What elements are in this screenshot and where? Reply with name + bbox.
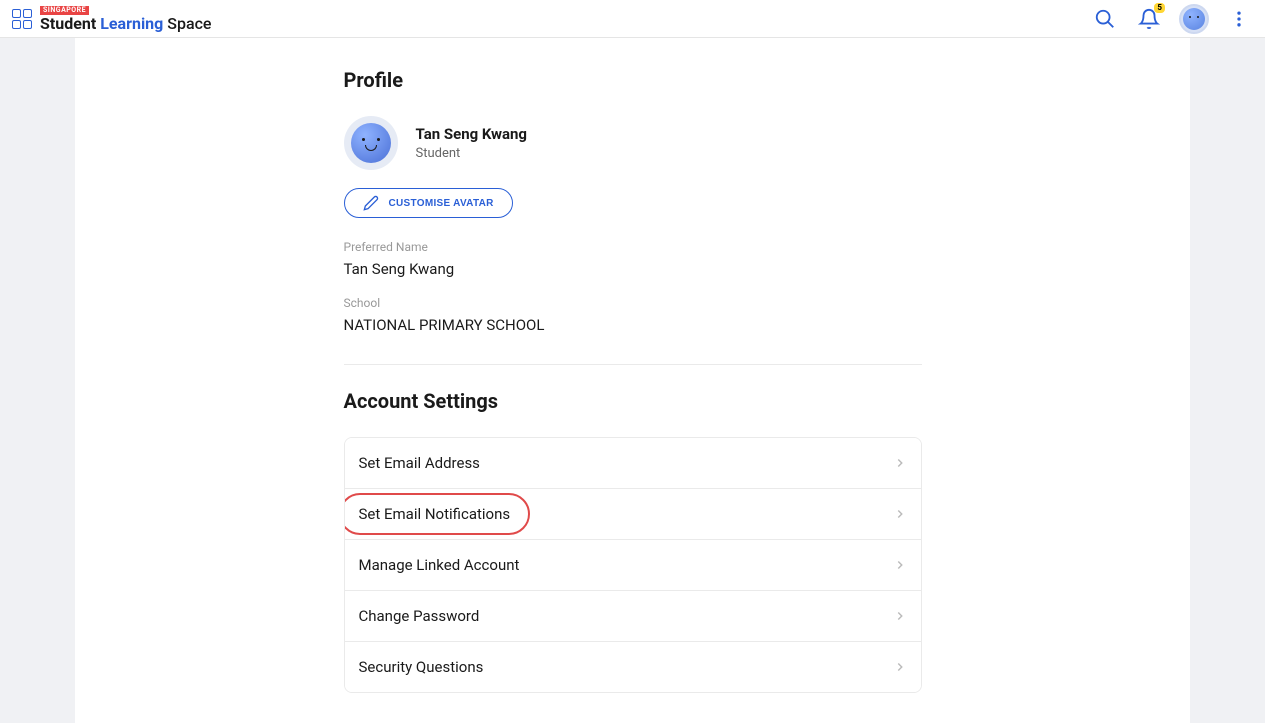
search-icon (1094, 8, 1116, 30)
settings-item-security-questions[interactable]: Security Questions (345, 642, 921, 692)
logo-word-learning: Learning (100, 14, 163, 33)
chevron-right-icon (893, 507, 907, 521)
customise-avatar-button[interactable]: CUSTOMISE AVATAR (344, 188, 513, 218)
chevron-right-icon (893, 660, 907, 674)
highlight-annotation: Set Email Notifications (344, 493, 531, 535)
profile-section-title: Profile (344, 68, 922, 92)
profile-header: Tan Seng Kwang Student (344, 116, 922, 170)
settings-item-linked-account[interactable]: Manage Linked Account (345, 540, 921, 591)
settings-item-label: Set Email Notifications (359, 505, 511, 523)
notifications-button[interactable]: 5 (1135, 5, 1163, 33)
account-settings-list: Set Email Address Set Email Notification… (344, 437, 922, 693)
user-avatar-button[interactable] (1179, 4, 1209, 34)
account-settings-title: Account Settings (344, 389, 922, 413)
logo-word-space: Space (167, 14, 211, 33)
avatar-face-icon (1183, 8, 1205, 30)
search-button[interactable] (1091, 5, 1119, 33)
logo-grid-icon (12, 9, 32, 29)
customise-avatar-label: CUSTOMISE AVATAR (389, 198, 494, 209)
school-value: NATIONAL PRIMARY SCHOOL (344, 316, 922, 334)
notification-badge: 5 (1154, 3, 1165, 13)
pencil-icon (363, 195, 379, 211)
profile-name: Tan Seng Kwang (416, 125, 528, 143)
avatar-face-icon (351, 123, 391, 163)
settings-item-label: Manage Linked Account (359, 556, 520, 574)
more-vertical-icon (1229, 9, 1249, 29)
settings-item-label: Change Password (359, 607, 480, 625)
chevron-right-icon (893, 609, 907, 623)
main-content: Profile Tan Seng Kwang Student CUSTOMISE… (75, 38, 1190, 723)
more-menu-button[interactable] (1225, 5, 1253, 33)
settings-item-change-password[interactable]: Change Password (345, 591, 921, 642)
settings-item-email-address[interactable]: Set Email Address (345, 438, 921, 489)
profile-role: Student (416, 146, 528, 161)
chevron-right-icon (893, 456, 907, 470)
settings-item-label: Security Questions (359, 658, 484, 676)
chevron-right-icon (893, 558, 907, 572)
preferred-name-label: Preferred Name (344, 240, 922, 254)
logo-text: SINGAPORE Student Learning Space (40, 6, 212, 32)
school-label: School (344, 296, 922, 310)
section-divider (344, 364, 922, 365)
logo[interactable]: SINGAPORE Student Learning Space (12, 6, 212, 32)
settings-item-label: Set Email Address (359, 454, 480, 472)
settings-item-email-notifications[interactable]: Set Email Notifications (345, 489, 921, 540)
header-actions: 5 (1091, 4, 1253, 34)
logo-word-student: Student (40, 14, 96, 33)
profile-avatar (344, 116, 398, 170)
preferred-name-value: Tan Seng Kwang (344, 260, 922, 278)
app-header: SINGAPORE Student Learning Space 5 (0, 0, 1265, 38)
